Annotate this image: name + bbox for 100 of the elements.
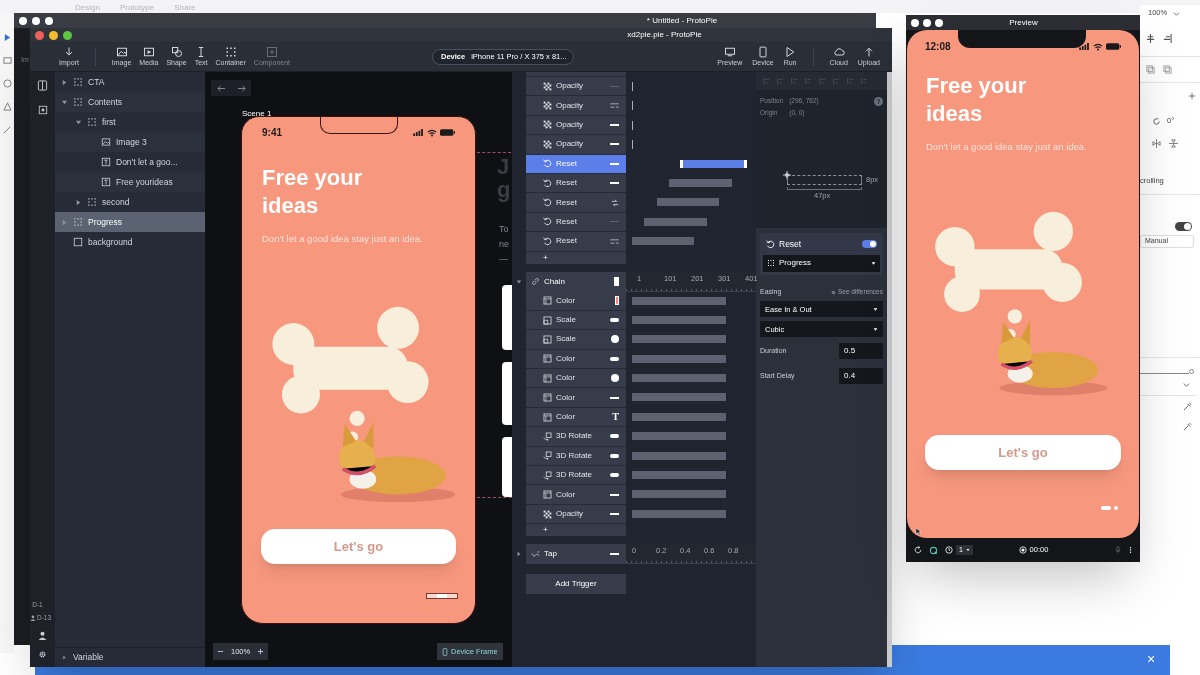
response-item[interactable]: Reset — [526, 193, 626, 213]
caret-down-icon[interactable] — [516, 278, 522, 285]
triangle-icon — [2, 102, 12, 111]
response-item[interactable]: Color — [526, 388, 626, 408]
headline: Free your ideas — [926, 72, 1028, 128]
target-pill — [610, 356, 619, 361]
caret-down-icon — [873, 306, 878, 312]
flip-horizontal-icon[interactable] — [1152, 138, 1161, 148]
body-text: Don't let a good idea stay just an idea. — [926, 140, 1088, 154]
origin-handle-icon — [783, 171, 791, 179]
response-item[interactable]: Reset — [526, 212, 626, 233]
target-bar — [610, 396, 619, 399]
lines-icon — [610, 238, 619, 244]
settings-icon[interactable] — [38, 650, 47, 659]
response-item[interactable]: 3D Rotate — [526, 446, 626, 467]
more-icon[interactable] — [1129, 546, 1132, 554]
response-item[interactable]: Color — [526, 369, 626, 389]
chevron-down-icon[interactable] — [1173, 9, 1181, 17]
refresh-icon[interactable] — [914, 546, 922, 554]
window-title: * Untitled - ProtoPie — [646, 14, 718, 27]
layer-item[interactable]: Image 3 — [55, 132, 205, 152]
response-item[interactable]: Reset — [526, 232, 626, 252]
caret-right-icon[interactable] — [516, 551, 522, 558]
card-edge — [502, 437, 512, 497]
plus-icon[interactable] — [1188, 92, 1196, 100]
frame-icon — [543, 354, 552, 364]
response-item[interactable]: 3D Rotate — [526, 466, 626, 486]
app-icon[interactable] — [929, 545, 938, 555]
component-icon[interactable] — [37, 105, 48, 115]
response-item[interactable]: Scale — [526, 330, 626, 350]
rotate-3d-icon — [543, 451, 552, 461]
flip-vertical-icon[interactable] — [1169, 138, 1178, 148]
response-item[interactable]: Color — [526, 291, 626, 311]
play-icon — [784, 46, 797, 58]
microphone-icon[interactable] — [1114, 546, 1122, 554]
color-swatch — [615, 296, 619, 306]
frame-icon — [543, 296, 552, 306]
target-block — [614, 277, 619, 286]
response-item[interactable]: Opacity — [526, 115, 626, 136]
response-item[interactable]: Opacity — [526, 96, 626, 116]
play-icon — [142, 46, 155, 58]
tap-gesture-icon — [531, 549, 540, 559]
grid-icon — [767, 259, 775, 268]
response-item[interactable]: 3D Rotate — [526, 427, 626, 447]
response-item[interactable]: Scale — [526, 310, 626, 331]
eyedropper-icon[interactable] — [1183, 421, 1192, 431]
caret-down-icon[interactable] — [61, 98, 68, 106]
response-item[interactable]: Reset — [526, 173, 626, 194]
add-trigger-button[interactable]: Add Trigger — [526, 574, 626, 595]
status-time: 12:08 — [925, 40, 951, 54]
panel-icon[interactable] — [37, 80, 48, 91]
caret-down-icon — [871, 260, 876, 266]
timeline-tick — [632, 82, 633, 91]
caret-right-icon[interactable] — [75, 198, 82, 206]
eyedropper-icon[interactable] — [1183, 401, 1192, 411]
align-icon[interactable] — [1146, 34, 1155, 43]
image-icon — [115, 46, 128, 58]
card-edge — [502, 285, 512, 350]
number-field[interactable]: 0.4 — [839, 368, 883, 385]
phone-icon — [442, 647, 448, 656]
caret-right-icon[interactable] — [61, 78, 68, 86]
chevron-down-icon[interactable] — [1183, 381, 1190, 388]
link-icon — [531, 277, 540, 286]
layer-item[interactable]: Free yourideas — [55, 172, 205, 192]
page-indicator — [426, 593, 458, 599]
rotate-icon[interactable] — [1152, 116, 1161, 126]
toggle-switch[interactable] — [862, 240, 877, 249]
add-response-button[interactable]: + — [543, 526, 548, 535]
align-right-icon[interactable] — [1163, 34, 1172, 43]
target-pill — [610, 318, 619, 323]
grid-icon — [73, 97, 83, 107]
trigger-item[interactable]: Chain — [526, 271, 626, 292]
arrow-right-icon — [236, 83, 246, 93]
trigger-item[interactable]: Tap — [526, 544, 626, 565]
close-button[interactable]: × — [1143, 650, 1159, 668]
response-item[interactable]: Opacity — [526, 77, 626, 97]
window-title: xd2pie.pie - ProtoPie — [627, 29, 702, 41]
response-item[interactable]: Reset — [526, 154, 626, 174]
response-item[interactable]: Opacity — [526, 135, 626, 155]
target-bar — [610, 123, 619, 126]
status-time: 9:41 — [262, 126, 282, 140]
checker-icon — [543, 120, 552, 130]
response-item[interactable]: Opacity — [526, 504, 626, 525]
person-icon[interactable] — [38, 631, 47, 640]
record-icon[interactable] — [1018, 546, 1027, 554]
clock-icon — [945, 546, 953, 554]
layer-item[interactable]: Contents — [55, 92, 205, 112]
add-response-button[interactable]: + — [543, 253, 548, 262]
minus-icon — [217, 648, 224, 655]
response-title: Reset — [779, 238, 803, 251]
caret-right-icon — [62, 655, 67, 660]
target-dropdown[interactable]: Progress — [763, 254, 880, 272]
duration-bar[interactable] — [680, 159, 747, 168]
layer-item[interactable]: Progress — [55, 212, 205, 232]
response-item[interactable]: Color — [526, 485, 626, 505]
caret-down-icon[interactable] — [75, 118, 82, 126]
number-field[interactable]: 0.5 — [839, 343, 883, 360]
response-item[interactable]: Color — [526, 349, 626, 370]
toggle-switch[interactable] — [1175, 222, 1192, 231]
response-item[interactable]: Color T — [526, 407, 626, 428]
